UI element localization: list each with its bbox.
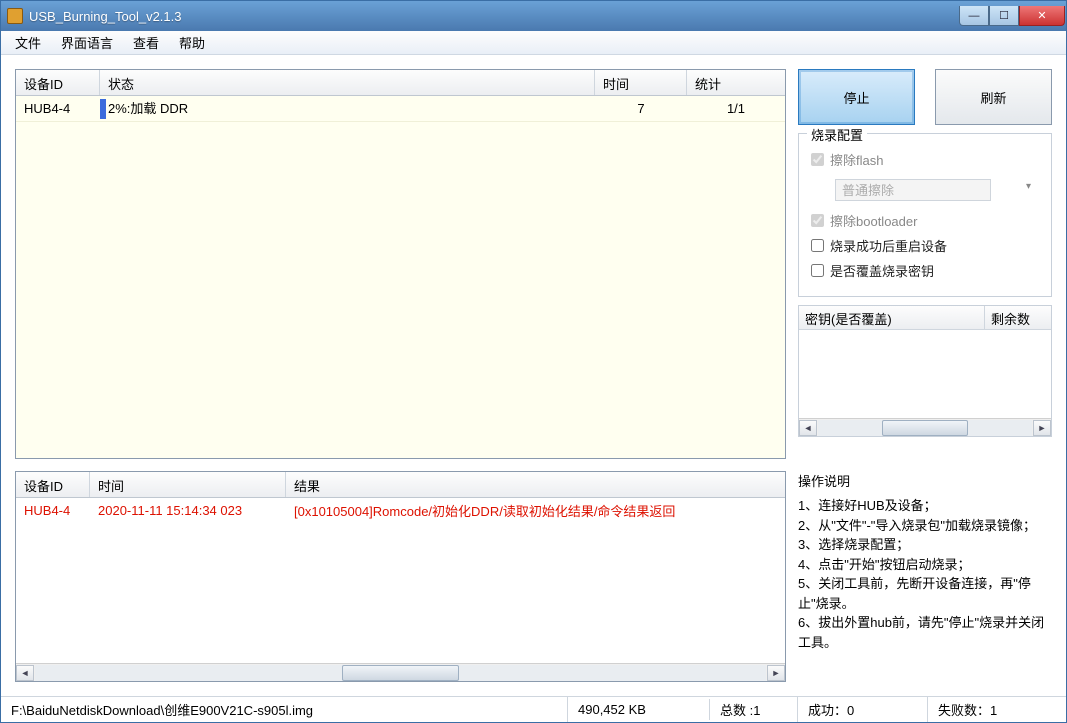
- key-table: 密钥(是否覆盖) 剩余数 ◄ ►: [798, 305, 1052, 437]
- status-success: 成功：0: [798, 697, 928, 722]
- log-table: 设备ID 时间 结果 HUB4-4 2020-11-11 15:14:34 02…: [15, 471, 786, 682]
- key-hscrollbar[interactable]: ◄ ►: [799, 418, 1051, 436]
- app-window: USB_Burning_Tool_v2.1.3 — ☐ ✕ 文件 界面语言 查看…: [0, 0, 1067, 723]
- window-title: USB_Burning_Tool_v2.1.3: [29, 9, 959, 24]
- maximize-button[interactable]: ☐: [989, 6, 1019, 26]
- status-size: 490,452 KB: [568, 699, 710, 720]
- col-device-id[interactable]: 设备ID: [16, 70, 100, 95]
- stop-button[interactable]: 停止: [798, 69, 915, 125]
- burn-config-title: 烧录配置: [807, 125, 867, 144]
- button-row: 停止 刷新: [798, 69, 1052, 125]
- app-icon: [7, 8, 23, 24]
- instructions-panel: 操作说明 1、连接好HUB及设备； 2、从"文件"-"导入烧录包"加载烧录镜像；…: [798, 471, 1052, 682]
- status-fail: 失败数：1: [928, 697, 1066, 722]
- status-bar: F:\BaiduNetdiskDownload\创维E900V21C-s905l…: [1, 696, 1066, 722]
- col-stat[interactable]: 统计: [687, 70, 785, 95]
- minimize-button[interactable]: —: [959, 6, 989, 26]
- checkbox-erase-bootloader[interactable]: 擦除bootloader: [811, 211, 1039, 230]
- checkbox-erase-flash-input[interactable]: [811, 153, 824, 166]
- checkbox-overwrite-key-input[interactable]: [811, 264, 824, 277]
- col-key[interactable]: 密钥(是否覆盖): [799, 306, 985, 329]
- cell-stat: 1/1: [687, 98, 785, 119]
- log-row[interactable]: HUB4-4 2020-11-11 15:14:34 023 [0x101050…: [16, 498, 785, 522]
- scroll-left-icon[interactable]: ◄: [799, 420, 817, 436]
- menu-bar: 文件 界面语言 查看 帮助: [1, 31, 1066, 55]
- menu-file[interactable]: 文件: [5, 31, 51, 54]
- instructions-body: 1、连接好HUB及设备； 2、从"文件"-"导入烧录包"加载烧录镜像； 3、选择…: [798, 496, 1052, 652]
- device-table-body: HUB4-4 2%:加载 DDR 7 1/1: [16, 96, 785, 458]
- burn-config-group: 烧录配置 擦除flash 普通擦除 擦除bootloader: [798, 133, 1052, 297]
- col-status[interactable]: 状态: [100, 70, 595, 95]
- mid-row: 设备ID 时间 结果 HUB4-4 2020-11-11 15:14:34 02…: [15, 471, 1052, 682]
- top-row: 设备ID 状态 时间 统计 HUB4-4 2%:加载 DDR 7 1/1: [15, 69, 1052, 459]
- col-remaining[interactable]: 剩余数: [985, 306, 1051, 329]
- scroll-thumb[interactable]: [882, 420, 968, 436]
- scroll-right-icon[interactable]: ►: [767, 665, 785, 681]
- menu-language[interactable]: 界面语言: [51, 31, 123, 54]
- log-table-header: 设备ID 时间 结果: [16, 472, 785, 498]
- checkbox-overwrite-key[interactable]: 是否覆盖烧录密钥: [811, 261, 1039, 280]
- cell-time: 7: [595, 98, 687, 119]
- status-total: 总数 :1: [710, 697, 798, 722]
- device-table-header: 设备ID 状态 时间 统计: [16, 70, 785, 96]
- side-column: 停止 刷新 烧录配置 擦除flash 普通擦除: [798, 69, 1052, 459]
- key-table-body: [799, 330, 1051, 418]
- table-row[interactable]: HUB4-4 2%:加载 DDR 7 1/1: [16, 96, 785, 122]
- log-hscrollbar[interactable]: ◄ ►: [16, 663, 785, 681]
- cell-status: 2%:加载 DDR: [100, 96, 595, 122]
- device-table: 设备ID 状态 时间 统计 HUB4-4 2%:加载 DDR 7 1/1: [15, 69, 786, 459]
- erase-mode-select-wrap: 普通擦除: [811, 175, 1039, 205]
- scroll-right-icon[interactable]: ►: [1033, 420, 1051, 436]
- title-bar[interactable]: USB_Burning_Tool_v2.1.3 — ☐ ✕: [1, 1, 1066, 31]
- erase-mode-select[interactable]: 普通擦除: [835, 179, 991, 201]
- scroll-left-icon[interactable]: ◄: [16, 665, 34, 681]
- log-cell-time: 2020-11-11 15:14:34 023: [90, 500, 286, 521]
- window-buttons: — ☐ ✕: [959, 6, 1065, 26]
- close-button[interactable]: ✕: [1019, 6, 1065, 26]
- log-col-result[interactable]: 结果: [286, 472, 785, 497]
- checkbox-reboot-after-input[interactable]: [811, 239, 824, 252]
- col-time[interactable]: 时间: [595, 70, 687, 95]
- log-col-time[interactable]: 时间: [90, 472, 286, 497]
- menu-help[interactable]: 帮助: [169, 31, 215, 54]
- scroll-thumb[interactable]: [342, 665, 459, 681]
- log-table-body: HUB4-4 2020-11-11 15:14:34 023 [0x101050…: [16, 498, 785, 663]
- log-col-devid[interactable]: 设备ID: [16, 472, 90, 497]
- checkbox-erase-bootloader-input[interactable]: [811, 214, 824, 227]
- checkbox-erase-flash[interactable]: 擦除flash: [811, 150, 1039, 169]
- status-path: F:\BaiduNetdiskDownload\创维E900V21C-s905l…: [1, 697, 568, 722]
- log-cell-devid: HUB4-4: [16, 500, 90, 521]
- menu-view[interactable]: 查看: [123, 31, 169, 54]
- instructions-title: 操作说明: [798, 471, 1052, 490]
- cell-device-id: HUB4-4: [16, 98, 100, 119]
- log-cell-result: [0x10105004]Romcode/初始化DDR/读取初始化结果/命令结果返…: [286, 498, 785, 523]
- content-area: 设备ID 状态 时间 统计 HUB4-4 2%:加载 DDR 7 1/1: [1, 55, 1066, 696]
- refresh-button[interactable]: 刷新: [935, 69, 1052, 125]
- key-table-header: 密钥(是否覆盖) 剩余数: [799, 306, 1051, 330]
- checkbox-reboot-after[interactable]: 烧录成功后重启设备: [811, 236, 1039, 255]
- scroll-track[interactable]: [35, 665, 766, 681]
- scroll-track[interactable]: [818, 420, 1032, 436]
